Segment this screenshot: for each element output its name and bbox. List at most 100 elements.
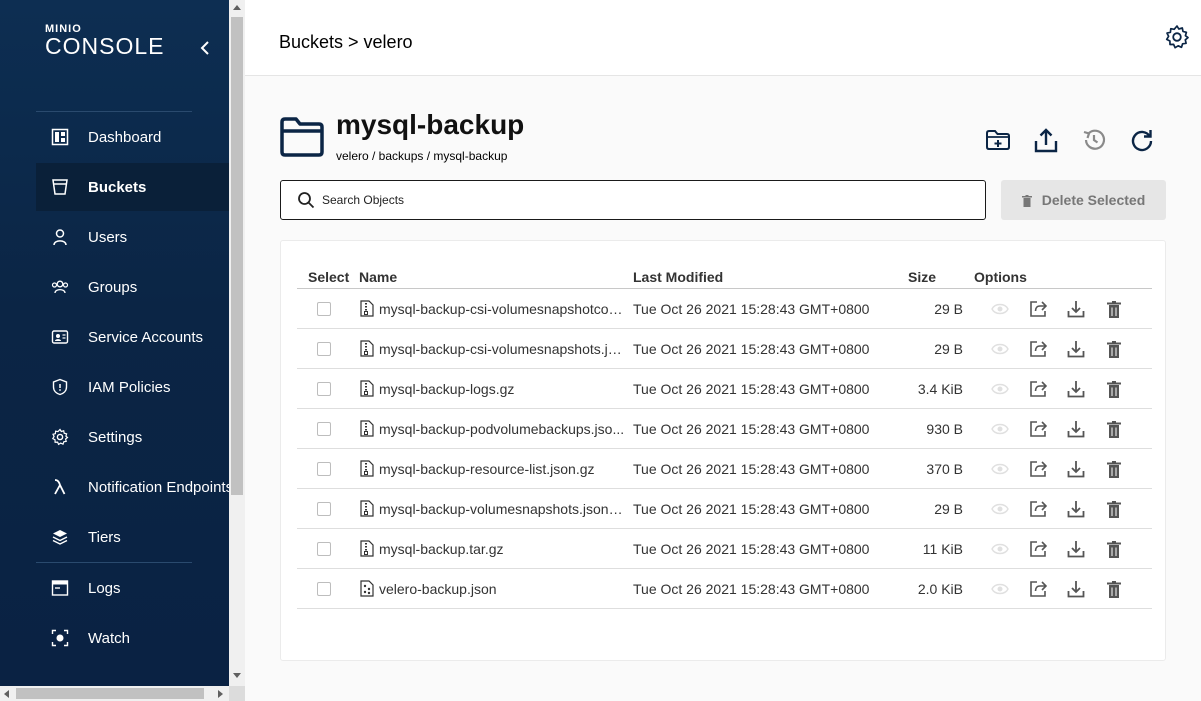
- preview-eye-icon[interactable]: [990, 499, 1010, 519]
- sidebar-item-notification-endpoints[interactable]: Notification Endpoints: [36, 463, 229, 511]
- breadcrumb[interactable]: Buckets > velero: [279, 32, 413, 53]
- sidebar-item-settings[interactable]: Settings: [36, 413, 229, 461]
- sidebar-item-users[interactable]: Users: [36, 213, 229, 261]
- download-icon[interactable]: [1066, 539, 1086, 559]
- table-row[interactable]: mysql-backup-volumesnapshots.json.gz Tue …: [297, 489, 1152, 529]
- row-select-checkbox[interactable]: [317, 462, 331, 476]
- download-icon[interactable]: [1066, 379, 1086, 399]
- table-row[interactable]: mysql-backup-csi-volumesnapshots.js... Tu…: [297, 329, 1152, 369]
- sidebar-item-iam-policies[interactable]: IAM Policies: [36, 363, 229, 411]
- object-name[interactable]: velero-backup.json: [379, 581, 625, 597]
- row-select-checkbox[interactable]: [317, 582, 331, 596]
- share-icon[interactable]: [1028, 579, 1048, 599]
- object-size: 3.4 KiB: [917, 381, 963, 397]
- share-icon[interactable]: [1028, 539, 1048, 559]
- sidebar-item-watch[interactable]: Watch: [36, 614, 229, 662]
- objects-table: Select Name Last Modified Size Options m…: [280, 240, 1166, 661]
- create-folder-button[interactable]: [984, 126, 1012, 154]
- table-row[interactable]: mysql-backup.tar.gz Tue Oct 26 2021 15:28…: [297, 529, 1152, 569]
- preview-eye-icon[interactable]: [990, 339, 1010, 359]
- row-select-checkbox[interactable]: [317, 342, 331, 356]
- share-icon[interactable]: [1028, 419, 1048, 439]
- preview-eye-icon[interactable]: [990, 539, 1010, 559]
- download-icon[interactable]: [1066, 579, 1086, 599]
- column-header-name[interactable]: Name: [359, 269, 397, 285]
- sidebar-item-label: Tiers: [88, 528, 121, 546]
- row-select-checkbox[interactable]: [317, 302, 331, 316]
- upload-button[interactable]: [1032, 126, 1060, 154]
- delete-trash-icon[interactable]: [1104, 419, 1124, 439]
- share-icon[interactable]: [1028, 459, 1048, 479]
- download-icon[interactable]: [1066, 299, 1086, 319]
- table-row[interactable]: velero-backup.json Tue Oct 26 2021 15:28:…: [297, 569, 1152, 609]
- delete-trash-icon[interactable]: [1104, 299, 1124, 319]
- row-select-checkbox[interactable]: [317, 542, 331, 556]
- layers-icon: [51, 528, 69, 546]
- share-icon[interactable]: [1028, 499, 1048, 519]
- download-icon[interactable]: [1066, 499, 1086, 519]
- scrollbar-thumb[interactable]: [16, 688, 204, 699]
- sidebar-item-label: Logs: [88, 579, 121, 597]
- delete-trash-icon[interactable]: [1104, 339, 1124, 359]
- rewind-button[interactable]: [1080, 126, 1108, 154]
- preview-eye-icon[interactable]: [990, 419, 1010, 439]
- table-row[interactable]: mysql-backup-logs.gz Tue Oct 26 2021 15:2…: [297, 369, 1152, 409]
- minio-console-logo[interactable]: MINIO CONSOLE: [45, 24, 164, 58]
- scrollbar-thumb[interactable]: [231, 17, 243, 495]
- sidebar-item-tiers[interactable]: Tiers: [36, 513, 229, 561]
- download-icon[interactable]: [1066, 419, 1086, 439]
- preview-eye-icon[interactable]: [990, 579, 1010, 599]
- trace-icon: [51, 679, 69, 686]
- object-name[interactable]: mysql-backup-volumesnapshots.json.gz: [379, 501, 625, 517]
- row-select-checkbox[interactable]: [317, 502, 331, 516]
- delete-trash-icon[interactable]: [1104, 539, 1124, 559]
- scroll-left-arrow-icon[interactable]: [4, 690, 9, 698]
- column-header-size[interactable]: Size: [908, 269, 936, 285]
- sidebar-item-label: IAM Policies: [88, 378, 171, 396]
- sidebar-vertical-scrollbar[interactable]: [229, 0, 245, 686]
- refresh-button[interactable]: [1128, 126, 1156, 154]
- object-name[interactable]: mysql-backup-csi-volumesnapshotcon...: [379, 301, 625, 317]
- object-name[interactable]: mysql-backup-podvolumebackups.jso...: [379, 421, 625, 437]
- sidebar-horizontal-scrollbar[interactable]: [0, 686, 229, 701]
- scroll-up-arrow-icon[interactable]: [233, 5, 241, 10]
- sidebar-item-groups[interactable]: Groups: [36, 263, 229, 311]
- delete-trash-icon[interactable]: [1104, 459, 1124, 479]
- sidebar-item-service-accounts[interactable]: Service Accounts: [36, 313, 229, 361]
- scroll-right-arrow-icon[interactable]: [218, 690, 223, 698]
- preview-eye-icon[interactable]: [990, 299, 1010, 319]
- download-icon[interactable]: [1066, 339, 1086, 359]
- table-row[interactable]: mysql-backup-csi-volumesnapshotcon... Tue…: [297, 289, 1152, 329]
- delete-selected-button[interactable]: Delete Selected: [1001, 180, 1166, 220]
- sidebar-item-logs[interactable]: Logs: [36, 564, 229, 612]
- download-icon[interactable]: [1066, 459, 1086, 479]
- delete-trash-icon[interactable]: [1104, 499, 1124, 519]
- share-icon[interactable]: [1028, 299, 1048, 319]
- preview-eye-icon[interactable]: [990, 459, 1010, 479]
- search-box[interactable]: [280, 180, 986, 220]
- object-name[interactable]: mysql-backup-resource-list.json.gz: [379, 461, 625, 477]
- collapse-sidebar-chevron-icon[interactable]: [197, 38, 215, 58]
- row-select-checkbox[interactable]: [317, 422, 331, 436]
- object-size: 29 B: [934, 301, 963, 317]
- object-name[interactable]: mysql-backup.tar.gz: [379, 541, 625, 557]
- preview-eye-icon[interactable]: [990, 379, 1010, 399]
- share-icon[interactable]: [1028, 339, 1048, 359]
- delete-trash-icon[interactable]: [1104, 379, 1124, 399]
- search-input[interactable]: [322, 193, 962, 207]
- sidebar-item-partial[interactable]: [36, 664, 229, 686]
- table-row[interactable]: mysql-backup-resource-list.json.gz Tue Oc…: [297, 449, 1152, 489]
- sidebar-item-buckets[interactable]: Buckets: [36, 163, 229, 211]
- object-name[interactable]: mysql-backup-logs.gz: [379, 381, 625, 397]
- object-name[interactable]: mysql-backup-csi-volumesnapshots.js...: [379, 341, 625, 357]
- scroll-down-arrow-icon[interactable]: [233, 673, 241, 678]
- settings-gear-icon[interactable]: [1164, 24, 1190, 50]
- column-header-last-modified[interactable]: Last Modified: [633, 269, 723, 285]
- share-icon[interactable]: [1028, 379, 1048, 399]
- service-accounts-icon: [51, 328, 69, 346]
- file-zip-icon: [360, 340, 374, 357]
- table-row[interactable]: mysql-backup-podvolumebackups.jso... Tue …: [297, 409, 1152, 449]
- delete-trash-icon[interactable]: [1104, 579, 1124, 599]
- sidebar-item-dashboard[interactable]: Dashboard: [36, 113, 229, 161]
- row-select-checkbox[interactable]: [317, 382, 331, 396]
